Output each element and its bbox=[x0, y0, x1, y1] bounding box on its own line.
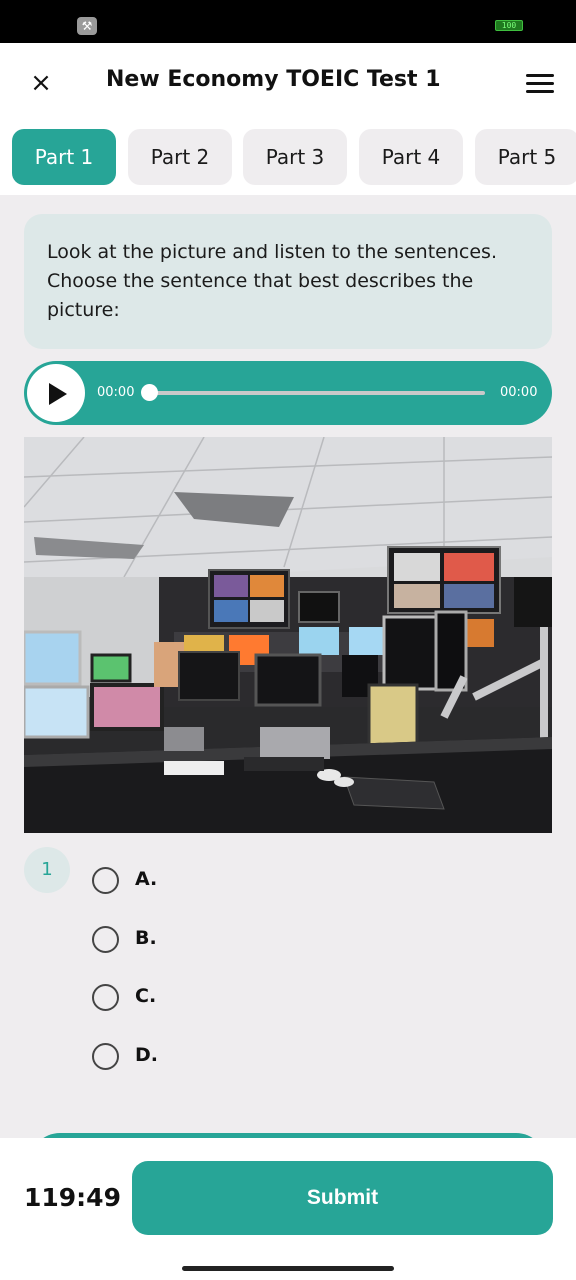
app-header: × New Economy TOEIC Test 1 bbox=[0, 43, 576, 123]
answer-option-b[interactable]: B. bbox=[92, 925, 292, 955]
audio-total-time: 00:00 bbox=[500, 385, 538, 400]
play-icon bbox=[49, 383, 67, 405]
audio-current-time: 00:00 bbox=[97, 385, 135, 400]
question-image bbox=[24, 437, 552, 833]
tab-part-4[interactable]: Part 4 bbox=[359, 129, 463, 185]
answer-option-d[interactable]: D. bbox=[92, 1042, 292, 1072]
part-tabs: Part 1 Part 2 Part 3 Part 4 Part 5 bbox=[0, 123, 576, 195]
status-bar: ⚒ 100 bbox=[0, 0, 576, 43]
option-label: D. bbox=[135, 1044, 158, 1066]
audio-progress-slider[interactable] bbox=[141, 384, 485, 401]
question-prompt-card: Look at the picture and listen to the se… bbox=[24, 214, 552, 349]
page-title: New Economy TOEIC Test 1 bbox=[106, 67, 441, 92]
radio-button[interactable] bbox=[92, 926, 119, 953]
prompt-text: Look at the picture and listen to the se… bbox=[47, 241, 497, 321]
question-number-badge: 1 bbox=[24, 847, 70, 893]
control-room-picture bbox=[24, 437, 552, 833]
hamburger-menu-icon[interactable] bbox=[526, 74, 554, 94]
tab-part-2[interactable]: Part 2 bbox=[128, 129, 232, 185]
option-label: B. bbox=[135, 927, 157, 949]
tab-part-1[interactable]: Part 1 bbox=[12, 129, 116, 185]
submit-button[interactable]: Submit bbox=[132, 1161, 553, 1235]
radio-button[interactable] bbox=[92, 1043, 119, 1070]
wrench-icon: ⚒ bbox=[77, 17, 97, 35]
play-button[interactable] bbox=[27, 364, 85, 422]
audio-player: 00:00 00:00 bbox=[24, 361, 552, 425]
answer-option-c[interactable]: C. bbox=[92, 983, 292, 1013]
tab-part-3[interactable]: Part 3 bbox=[243, 129, 347, 185]
answer-option-a[interactable]: A. bbox=[92, 866, 292, 896]
home-indicator[interactable] bbox=[182, 1266, 394, 1271]
tab-part-5[interactable]: Part 5 bbox=[475, 129, 576, 185]
battery-indicator: 100 bbox=[495, 20, 523, 31]
radio-button[interactable] bbox=[92, 984, 119, 1011]
bottom-bar: 119:49 Submit bbox=[0, 1138, 576, 1280]
option-label: A. bbox=[135, 868, 158, 890]
close-icon[interactable]: × bbox=[26, 68, 56, 98]
countdown-timer: 119:49 bbox=[24, 1183, 121, 1212]
option-label: C. bbox=[135, 985, 157, 1007]
radio-button[interactable] bbox=[92, 867, 119, 894]
audio-progress-thumb[interactable] bbox=[141, 384, 158, 401]
